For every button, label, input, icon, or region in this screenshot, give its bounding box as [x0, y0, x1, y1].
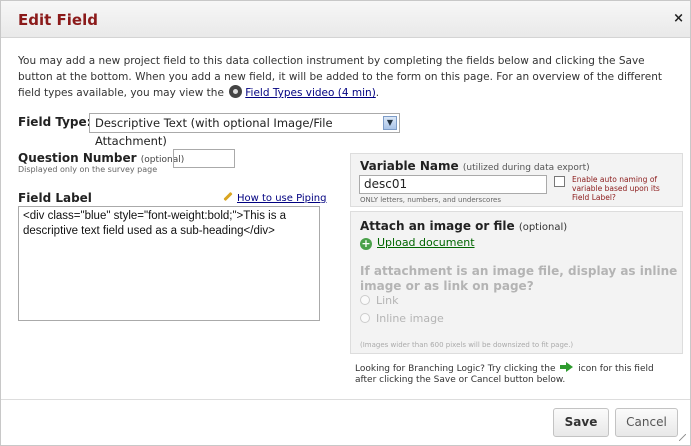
- variable-name-help: ONLY letters, numbers, and underscores: [360, 196, 502, 204]
- save-button[interactable]: Save: [553, 408, 609, 437]
- radio-link-button[interactable]: [360, 295, 370, 305]
- dialog-titlebar[interactable]: Edit Field ×: [1, 1, 690, 38]
- pencil-icon: [223, 191, 233, 202]
- variable-name-label: Variable Name (utilized during data expo…: [360, 159, 590, 173]
- inline-question: If attachment is an image file, display …: [360, 264, 678, 293]
- upload-document[interactable]: + Upload document: [360, 236, 475, 250]
- intro-suffix: .: [375, 87, 380, 99]
- attachment-optional: (optional): [518, 222, 568, 233]
- variable-name-input[interactable]: desc01: [359, 175, 547, 194]
- field-label-label: Field Label: [18, 191, 92, 205]
- field-type-select[interactable]: Descriptive Text (with optional Image/Fi…: [89, 113, 400, 148]
- upload-document-link[interactable]: Upload document: [377, 236, 475, 249]
- radio-link-label: Link: [376, 294, 399, 307]
- radio-inline-image[interactable]: Inline image: [360, 312, 520, 325]
- question-number-title: Question Number: [18, 151, 137, 165]
- branching-logic-icon: [560, 362, 574, 372]
- branching-logic-hint: Looking for Branching Logic? Try clickin…: [355, 362, 675, 386]
- close-icon[interactable]: ×: [673, 11, 684, 26]
- footer-divider: [1, 399, 690, 400]
- variable-name-optional: (utilized during data export): [462, 163, 590, 173]
- radio-link[interactable]: Link: [360, 294, 520, 307]
- field-label-textarea[interactable]: <div class="blue" style="font-weight:bol…: [18, 206, 320, 321]
- edit-field-dialog: Edit Field × You may add a new project f…: [0, 0, 691, 446]
- question-number-label: Question Number (optional): [18, 151, 184, 165]
- attachment-label: Attach an image or file (optional): [360, 219, 567, 233]
- piping-link[interactable]: How to use Piping: [237, 193, 327, 204]
- chevron-down-icon[interactable]: ▼: [383, 116, 397, 130]
- auto-naming-label: Enable auto naming of variable based upo…: [572, 175, 660, 202]
- film-reel-icon: [229, 85, 243, 98]
- image-size-note: (Images wider than 600 pixels will be do…: [360, 341, 574, 349]
- field-type-selected: Descriptive Text (with optional Image/Fi…: [95, 116, 333, 148]
- radio-inline-label: Inline image: [376, 312, 444, 325]
- intro-text: You may add a new project field to this …: [18, 53, 678, 101]
- branching-text-before: Looking for Branching Logic? Try clickin…: [355, 364, 556, 374]
- cancel-button[interactable]: Cancel: [615, 408, 678, 437]
- field-types-video-link[interactable]: Field Types video (4 min): [245, 87, 376, 99]
- piping-help[interactable]: How to use Piping: [223, 191, 327, 204]
- add-icon: +: [360, 237, 372, 250]
- resize-grip-icon[interactable]: [679, 434, 686, 441]
- question-number-sublabel: Displayed only on the survey page: [18, 165, 158, 174]
- dialog-title: Edit Field: [18, 11, 98, 29]
- variable-name-title: Variable Name: [360, 159, 459, 173]
- attachment-title: Attach an image or file: [360, 219, 515, 233]
- field-type-label: Field Type:: [18, 115, 92, 129]
- auto-naming-checkbox[interactable]: [554, 176, 565, 187]
- question-number-input[interactable]: [173, 149, 235, 168]
- radio-inline-button[interactable]: [360, 313, 370, 323]
